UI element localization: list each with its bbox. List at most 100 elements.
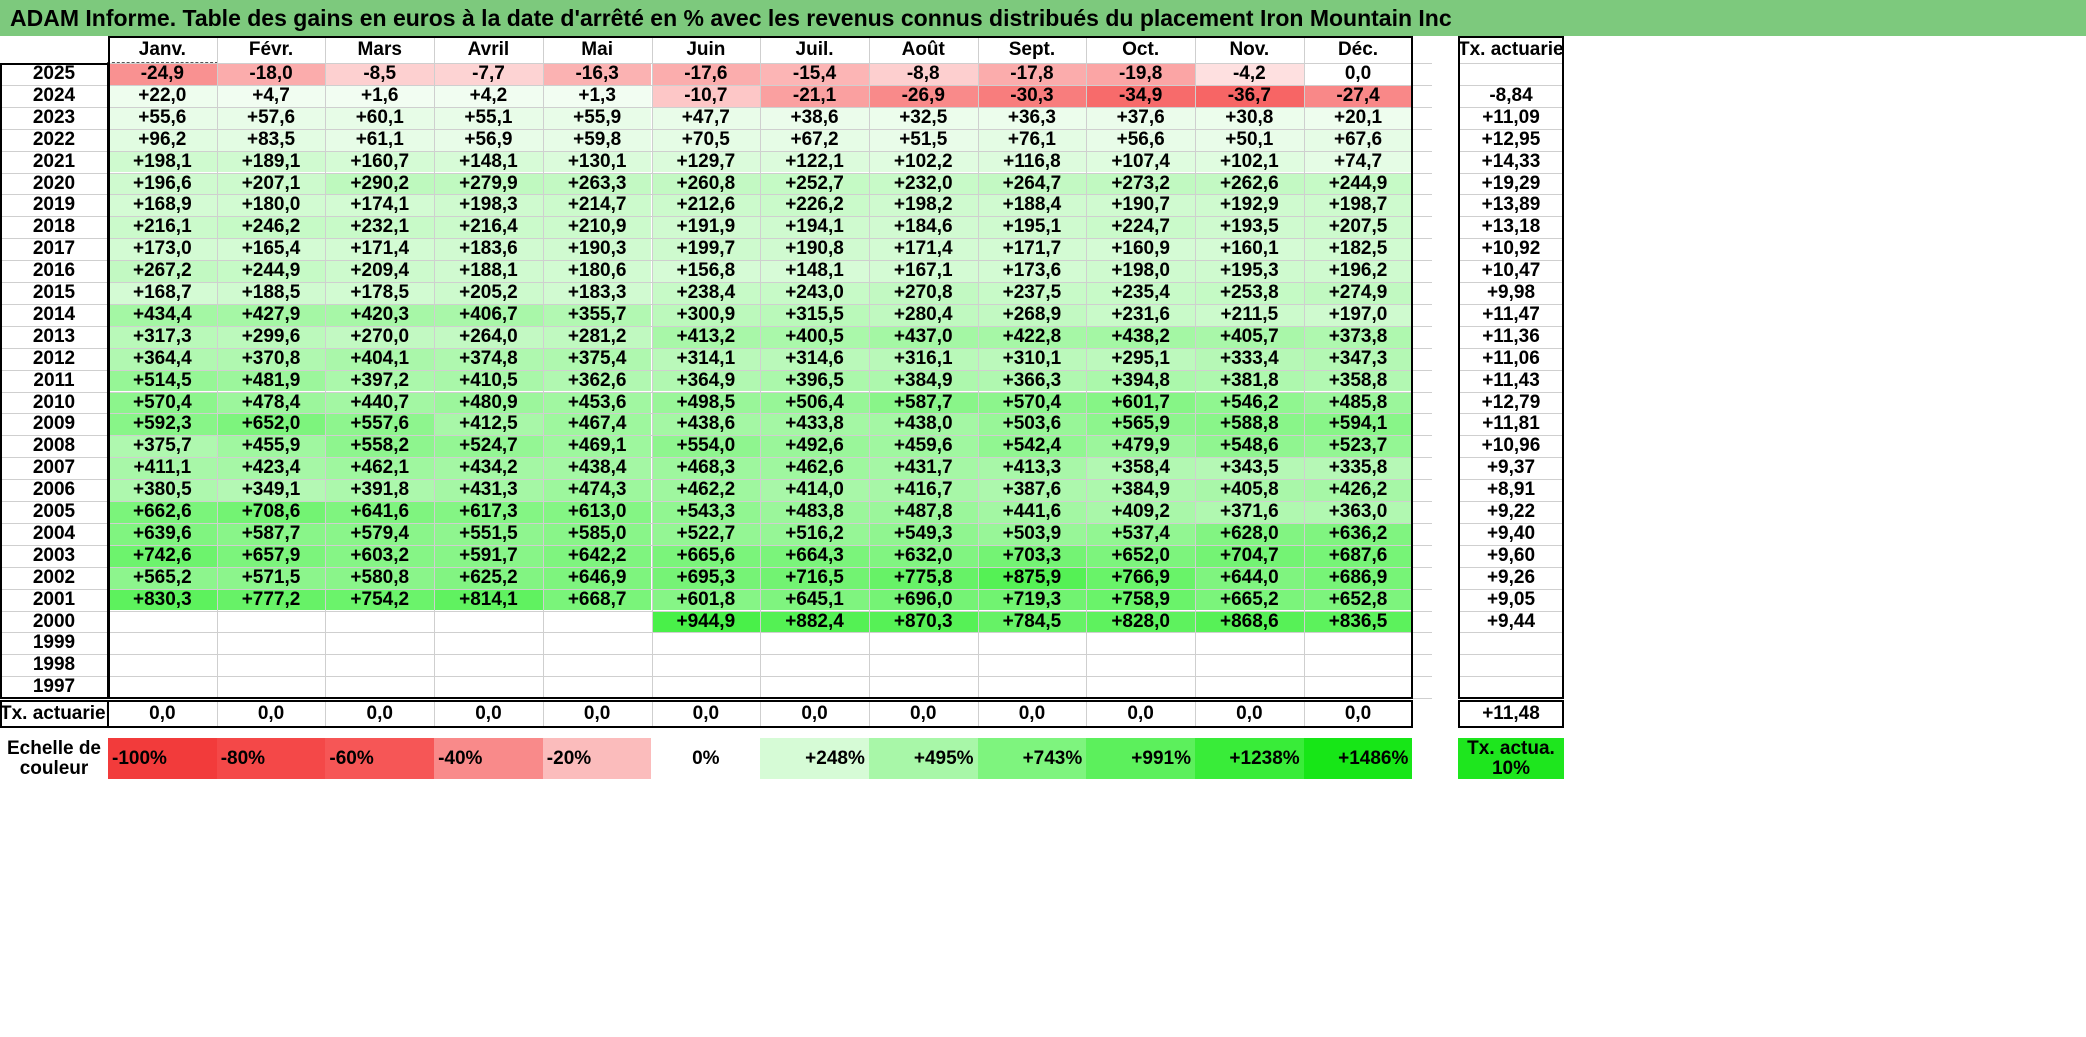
year-label: 2009 <box>32 413 76 435</box>
footer-value: 0,0 <box>1127 703 1154 724</box>
grid-line <box>0 325 1432 327</box>
heatmap-cell: +244,9 <box>216 260 326 282</box>
heatmap-cell: -24,9 <box>107 62 218 86</box>
heatmap-cell <box>868 632 978 655</box>
heatmap-cell: +193,5 <box>1195 216 1304 239</box>
year-label: 2008 <box>32 435 76 457</box>
grid-line <box>0 654 1432 656</box>
heatmap-cell <box>651 676 761 699</box>
heatmap-cell: +503,9 <box>977 522 1087 545</box>
grid-line <box>1458 216 1564 218</box>
heatmap-cell: +207,1 <box>216 172 326 195</box>
heatmap-cell: +107,4 <box>1086 150 1195 173</box>
heatmap-cell <box>868 676 978 699</box>
grid-line <box>1195 700 1196 728</box>
grid-line <box>0 544 1432 546</box>
heatmap-cell: +270,8 <box>868 282 978 304</box>
annual-rate-value: +11,47 <box>1482 303 1540 325</box>
heatmap-cell: +498,5 <box>651 391 761 414</box>
grid-line <box>1458 325 1564 327</box>
heatmap-cell: +55,1 <box>434 106 543 129</box>
heatmap-cell <box>760 632 869 655</box>
heatmap-cell: +455,9 <box>216 435 326 458</box>
heatmap-cell: +467,4 <box>542 413 652 436</box>
heatmap-cell: +784,5 <box>977 610 1087 633</box>
heatmap-cell: +363,0 <box>1303 501 1413 523</box>
month-header-label: Mars <box>357 39 402 60</box>
heatmap-cell: +481,9 <box>216 369 326 392</box>
scale-swatch: +248% <box>760 738 869 779</box>
grid-line <box>542 36 544 699</box>
heatmap-cell: +232,0 <box>868 172 978 195</box>
grid-line <box>1086 36 1088 699</box>
heatmap-cell: +260,8 <box>651 172 761 195</box>
footer-value: 0,0 <box>257 703 285 724</box>
year-label: 2016 <box>32 260 76 282</box>
annual-rate-value: +10,47 <box>1481 260 1541 282</box>
heatmap-cell: +194,1 <box>760 216 869 239</box>
heatmap-cell: +410,5 <box>434 369 543 392</box>
heatmap-cell: +270,0 <box>325 325 435 348</box>
heatmap-cell: +366,3 <box>977 369 1087 392</box>
heatmap-cell: +190,8 <box>760 238 869 261</box>
year-label: 2023 <box>32 106 76 128</box>
year-label: 2006 <box>32 479 76 501</box>
heatmap-cell: +243,0 <box>760 282 869 304</box>
heatmap-cell: +438,4 <box>542 457 652 480</box>
year-label: 2003 <box>32 544 76 566</box>
grid-line <box>434 700 436 728</box>
annual-rate-value: +9,37 <box>1486 457 1536 479</box>
heatmap-cell: +190,7 <box>1086 194 1195 217</box>
grid-line <box>1458 610 1564 612</box>
heatmap-cell: +314,1 <box>651 347 761 370</box>
heatmap-cell: +405,7 <box>1195 325 1304 348</box>
heatmap-cell: +216,4 <box>434 216 543 239</box>
heatmap-cell: +171,7 <box>977 238 1087 261</box>
grid-line <box>0 391 1432 393</box>
grid-line <box>1458 501 1564 502</box>
grid-line <box>1458 303 1564 305</box>
annual-rate-value: +9,26 <box>1486 566 1536 588</box>
heatmap-cell: +244,9 <box>1303 172 1413 195</box>
heatmap-cell: +830,3 <box>108 588 217 611</box>
heatmap-cell: +775,8 <box>868 566 978 589</box>
heatmap-cell: +364,9 <box>651 369 761 392</box>
heatmap-cell: +422,8 <box>977 325 1087 348</box>
heatmap-cell: +652,0 <box>1086 544 1195 567</box>
heatmap-cell: +758,9 <box>1086 588 1195 611</box>
heatmap-cell: +380,5 <box>108 479 217 501</box>
heatmap-cell: +565,9 <box>1086 413 1195 436</box>
footer-value: 0,0 <box>475 703 502 724</box>
heatmap-cell: +67,2 <box>760 128 869 151</box>
year-label: 1998 <box>32 654 76 676</box>
heatmap-cell: -19,8 <box>1086 63 1195 85</box>
year-label: 2012 <box>32 347 76 369</box>
year-label: 2019 <box>32 194 76 216</box>
heatmap-cell: +570,4 <box>108 391 217 414</box>
heatmap-cell: +537,4 <box>1086 522 1195 545</box>
heatmap-cell: +384,9 <box>1086 479 1195 501</box>
heatmap-cell <box>977 632 1087 655</box>
heatmap-cell <box>325 610 435 633</box>
heatmap-cell <box>542 676 652 699</box>
footer-value: 0,0 <box>1018 703 1046 724</box>
heatmap-cell: +295,1 <box>1086 347 1195 370</box>
month-header-label: Janv. <box>138 39 186 60</box>
grid-line <box>1458 282 1564 283</box>
heatmap-cell: +22,0 <box>108 84 217 107</box>
heatmap-cell: +413,3 <box>977 457 1087 480</box>
heatmap-cell: +290,2 <box>325 172 435 195</box>
year-label: 1997 <box>32 676 76 698</box>
grid-line <box>0 435 1432 437</box>
heatmap-cell <box>216 676 326 699</box>
heatmap-cell: +558,2 <box>325 435 435 458</box>
heatmap-cell: +551,5 <box>434 522 543 545</box>
heatmap-cell: +55,6 <box>108 106 217 129</box>
heatmap-cell <box>434 632 543 655</box>
heatmap-cell: +579,4 <box>325 522 435 545</box>
grid-line <box>868 700 870 728</box>
annual-rate-value: -8,84 <box>1489 84 1533 106</box>
heatmap-cell: +370,8 <box>216 347 326 370</box>
month-header-label: Nov. <box>1229 39 1270 60</box>
heatmap-cell: +642,2 <box>542 544 652 567</box>
